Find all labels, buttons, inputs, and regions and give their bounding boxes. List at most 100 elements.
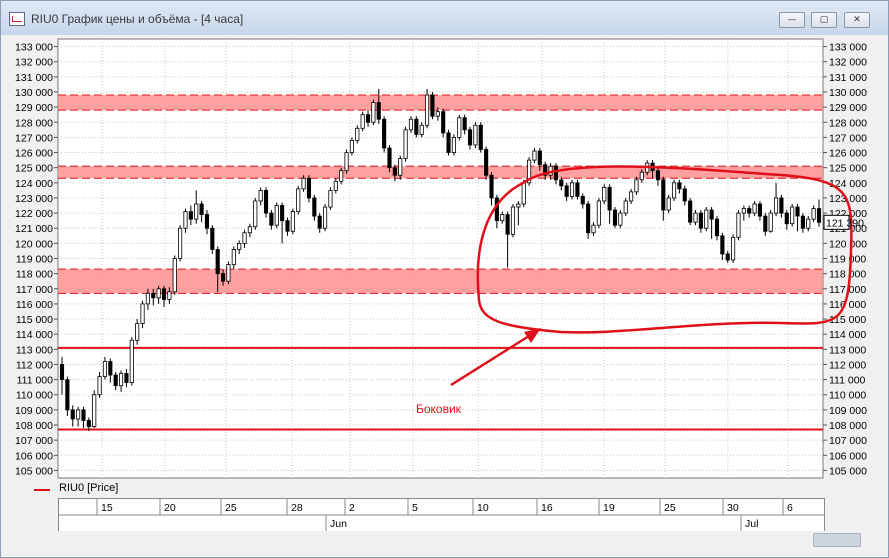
candle-body (704, 209, 709, 229)
minimize-button[interactable]: — (779, 12, 805, 28)
day-label: 2 (349, 502, 355, 514)
candle-body (618, 212, 623, 226)
candle-body (677, 182, 682, 190)
y-tick-label-left: 110 000 (16, 390, 53, 402)
day-label: 25 (225, 502, 237, 514)
candle-body (811, 208, 816, 220)
candle-body (457, 117, 462, 138)
candle-body (682, 188, 687, 202)
candle-body (151, 292, 156, 299)
y-tick-label-left: 129 000 (15, 102, 53, 114)
candle-body (768, 212, 773, 232)
y-tick-label-right: 132 000 (829, 57, 867, 69)
y-tick-label-left: 127 000 (15, 132, 53, 144)
candle-body (510, 206, 516, 235)
candle-body (800, 215, 805, 229)
candle-body (387, 147, 392, 169)
chart-window: RIU0 График цены и объёма - [4 часа] — ▢… (0, 0, 889, 558)
candle-body (237, 242, 242, 250)
candle-body (784, 212, 789, 225)
candle-body (328, 189, 333, 208)
candle-body (258, 189, 263, 202)
scrollbar-thumb[interactable] (813, 533, 861, 547)
candle-body (86, 420, 91, 427)
candle-body (188, 211, 193, 220)
price-chart[interactable]: 105 000 105 000 106 000 106 000 107 000 107 0… (1, 35, 888, 480)
close-button[interactable]: ✕ (844, 12, 870, 28)
candle-body (349, 140, 354, 153)
y-tick-label-left: 106 000 (15, 450, 53, 462)
y-tick-label-left: 132 000 (15, 57, 53, 69)
y-tick-label-right: 111 000 (829, 375, 866, 387)
candle-body (500, 214, 505, 222)
day-label: 19 (603, 502, 615, 514)
y-tick-label-right: 129 000 (829, 102, 867, 114)
y-tick-label-left: 122 000 (15, 208, 53, 220)
price-zone (58, 95, 823, 111)
candle-body (516, 203, 521, 208)
y-tick-label-left: 120 000 (15, 238, 53, 250)
y-tick-label-left: 125 000 (15, 163, 53, 175)
y-tick-label-left: 128 000 (15, 117, 53, 129)
y-tick-label-right: 128 000 (829, 117, 867, 129)
day-label: 15 (101, 502, 113, 514)
month-label: Jul (745, 518, 758, 530)
candle-body (790, 206, 795, 225)
candle-body (795, 206, 800, 217)
candle-body (671, 182, 677, 199)
title-bar[interactable]: RIU0 График цены и объёма - [4 часа] — ▢… (1, 1, 888, 35)
current-price-label: 121 390 (826, 217, 864, 229)
candle-body (586, 203, 591, 234)
candle-body (661, 179, 666, 211)
y-tick-label-right: 116 000 (829, 299, 866, 311)
maximize-button[interactable]: ▢ (811, 12, 837, 28)
y-tick-label-left: 118 000 (16, 269, 53, 281)
day-label: 6 (787, 502, 793, 514)
candle-body (467, 129, 473, 146)
candle-body (285, 220, 290, 232)
candle-body (532, 150, 537, 161)
candle-body (312, 197, 317, 217)
y-tick-label-left: 109 000 (15, 405, 53, 417)
y-tick-label-right: 110 000 (829, 390, 866, 402)
candle-body (215, 249, 220, 275)
candle-body (596, 200, 601, 226)
y-tick-label-right: 130 000 (829, 87, 867, 99)
y-tick-label-left: 105 000 (15, 465, 53, 477)
candle-body (301, 177, 306, 190)
window-title: RIU0 График цены и объёма - [4 часа] (31, 12, 244, 26)
candle-body (425, 94, 430, 126)
y-tick-label-left: 108 000 (15, 420, 53, 432)
candle-body (167, 291, 172, 300)
legend-bar: RIU0 [Price] (1, 480, 888, 498)
time-axis[interactable]: 15 20 25 28 2 5 10 16 19 25 30 6Jun Jul (58, 498, 825, 532)
candle-body (741, 208, 746, 214)
price-chart-area[interactable]: 105 000 105 000 106 000 106 000 107 000 107 0… (1, 35, 888, 480)
horizontal-scrollbar[interactable] (1, 531, 888, 547)
y-tick-label-left: 123 000 (15, 193, 53, 205)
candle-body (655, 170, 661, 181)
candle-body (371, 102, 376, 123)
day-label: 28 (291, 502, 303, 514)
candle-body (92, 394, 97, 427)
y-tick-label-left: 130 000 (15, 87, 53, 99)
y-tick-label-left: 121 000 (15, 223, 53, 235)
candle-body (806, 218, 811, 229)
candle-body (623, 200, 628, 214)
candle-body (435, 111, 440, 117)
candle-body (360, 114, 365, 129)
candle-body (419, 124, 424, 135)
candle-body (59, 364, 65, 381)
candle-body (156, 288, 161, 299)
candle-body (736, 212, 741, 238)
candle-body (108, 361, 113, 376)
candle-body (382, 118, 387, 149)
candle-body (124, 373, 129, 384)
day-label: 30 (727, 502, 739, 514)
candle-body (505, 214, 510, 235)
y-tick-label-left: 126 000 (15, 148, 53, 160)
candle-body (323, 206, 328, 229)
candle-body (446, 132, 451, 153)
y-tick-label-left: 133 000 (15, 42, 53, 54)
y-tick-label-right: 106 000 (829, 450, 867, 462)
